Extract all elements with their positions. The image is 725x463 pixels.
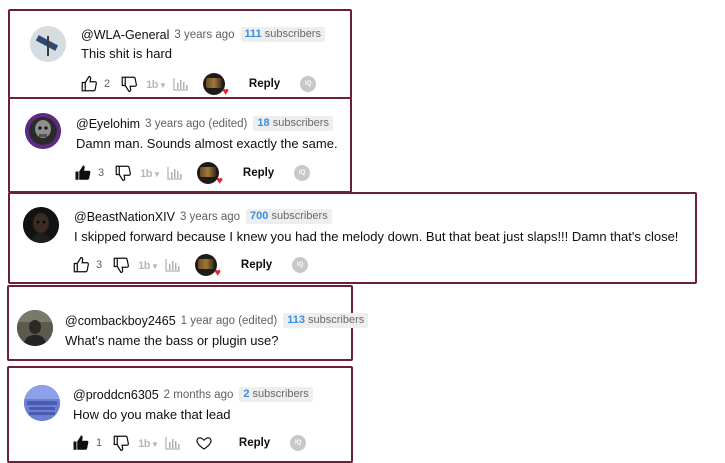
comment-author[interactable]: @combackboy2465	[65, 314, 176, 328]
comment-time[interactable]: 1 year ago (edited)	[181, 315, 278, 327]
like-count: 3	[96, 259, 103, 271]
creator-heart-icon: ♥	[194, 254, 221, 279]
comment-time[interactable]: 3 years ago	[180, 211, 240, 223]
sort-number-icon[interactable]: 1b▼	[140, 164, 161, 182]
bar-chart-icon[interactable]	[165, 436, 181, 450]
reply-button[interactable]: Reply	[243, 167, 274, 179]
sort-number-icon[interactable]: 1b▼	[138, 434, 159, 452]
thumbs-down-icon[interactable]	[112, 256, 130, 274]
comment-text: Damn man. Sounds almost exactly the same…	[76, 136, 338, 151]
thumbs-down-icon[interactable]	[112, 434, 130, 452]
thumbs-up-icon[interactable]	[72, 256, 90, 274]
subscriber-label: subscribers	[252, 388, 309, 400]
comment-time[interactable]: 3 years ago (edited)	[145, 118, 247, 130]
comment-text: I skipped forward because I knew you had…	[74, 229, 679, 244]
sort-number-label: 1b	[138, 438, 150, 450]
comment-time[interactable]: 2 months ago	[164, 389, 234, 401]
subscriber-badge: 18 subscribers	[253, 116, 333, 131]
comment-card: @BeastNationXIV 3 years ago 700 subscrib…	[8, 192, 697, 284]
subscriber-count: 2	[243, 388, 250, 400]
subscriber-label: subscribers	[264, 28, 321, 40]
subscriber-count: 18	[257, 117, 270, 129]
sort-number-icon[interactable]: 1b▼	[138, 256, 159, 274]
creator-heart-icon: ♥	[196, 162, 223, 187]
avatar[interactable]	[17, 310, 53, 346]
comment-card: @Eyelohim 3 years ago (edited) 18 subscr…	[8, 97, 352, 193]
comment-card: @combackboy2465 1 year ago (edited) 113 …	[7, 285, 369, 361]
comment-card: @WLA-General 3 years ago 111 subscribers…	[8, 9, 352, 99]
avatar[interactable]	[24, 385, 60, 421]
iq-icon[interactable]: IQ	[294, 165, 311, 181]
subscriber-count: 111	[244, 28, 262, 40]
iq-icon[interactable]: IQ	[290, 435, 307, 451]
reply-button[interactable]: Reply	[241, 259, 272, 271]
thumbs-down-icon[interactable]	[120, 75, 138, 93]
comment-time[interactable]: 3 years ago	[174, 29, 234, 41]
comment-text: What's name the bass or plugin use?	[65, 333, 279, 348]
sort-number-label: 1b	[138, 260, 150, 272]
subscriber-badge: 700 subscribers	[246, 209, 332, 224]
sort-number-label: 1b	[140, 168, 152, 180]
comment-author[interactable]: @proddcn6305	[73, 388, 159, 402]
caret-down-icon: ▼	[152, 170, 161, 179]
subscriber-badge: 113 subscribers	[283, 313, 369, 328]
subscriber-label: subscribers	[308, 314, 365, 326]
reply-button[interactable]: Reply	[239, 437, 270, 449]
avatar[interactable]	[30, 26, 66, 62]
thumbs-up-filled-icon[interactable]	[72, 434, 90, 452]
caret-down-icon: ▼	[158, 81, 167, 90]
comment-author[interactable]: @Eyelohim	[76, 117, 140, 131]
avatar[interactable]	[23, 207, 59, 243]
sort-number-icon[interactable]: 1b▼	[146, 75, 167, 93]
caret-down-icon: ▼	[150, 440, 159, 449]
bar-chart-icon[interactable]	[173, 77, 189, 91]
comment-author[interactable]: @WLA-General	[81, 28, 169, 42]
creator-heart-icon: ♥	[202, 73, 229, 98]
avatar[interactable]	[25, 113, 61, 149]
heart-outline-icon[interactable]	[195, 434, 213, 452]
thumbs-down-icon[interactable]	[114, 164, 132, 182]
comment-card: @proddcn6305 2 months ago 2 subscribers …	[7, 366, 353, 463]
sort-number-label: 1b	[146, 79, 158, 91]
iq-icon[interactable]: IQ	[300, 76, 317, 92]
subscriber-badge: 2 subscribers	[239, 387, 313, 402]
like-count: 3	[98, 167, 105, 179]
thumbs-up-filled-icon[interactable]	[74, 164, 92, 182]
like-count: 2	[104, 78, 111, 90]
subscriber-label: subscribers	[271, 210, 328, 222]
reply-button[interactable]: Reply	[249, 78, 280, 90]
bar-chart-icon[interactable]	[165, 258, 181, 272]
subscriber-count: 113	[287, 314, 305, 326]
comment-author[interactable]: @BeastNationXIV	[74, 210, 175, 224]
comment-text: This shit is hard	[81, 46, 173, 61]
subscriber-badge: 111 subscribers	[240, 27, 325, 42]
thumbs-up-icon[interactable]	[80, 75, 98, 93]
subscriber-label: subscribers	[272, 117, 329, 129]
caret-down-icon: ▼	[150, 262, 159, 271]
iq-icon[interactable]: IQ	[292, 257, 309, 273]
comment-text: How do you make that lead	[73, 407, 231, 422]
like-count: 1	[96, 437, 103, 449]
bar-chart-icon[interactable]	[167, 166, 183, 180]
subscriber-count: 700	[250, 210, 269, 222]
